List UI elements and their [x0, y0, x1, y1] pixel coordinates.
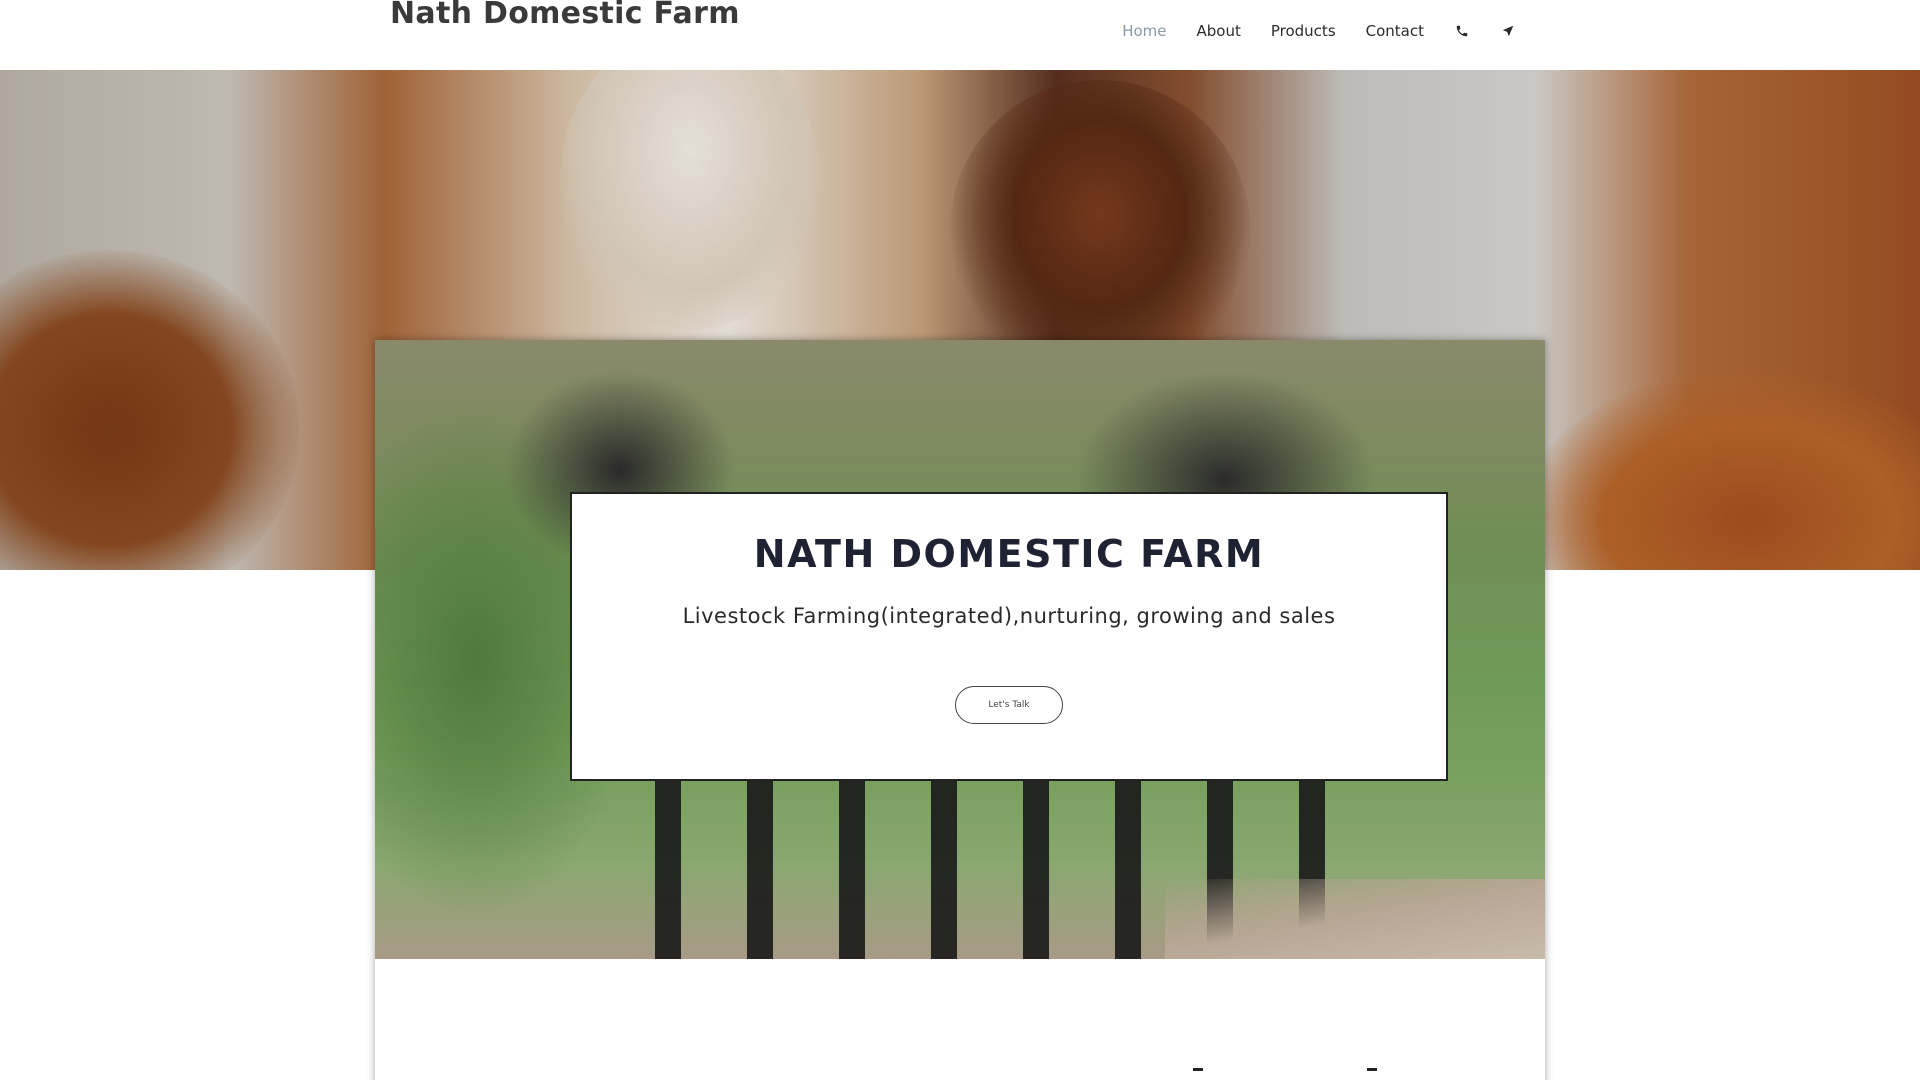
- nav-home-link[interactable]: Home: [1122, 22, 1166, 40]
- nav-products-link[interactable]: Products: [1271, 22, 1336, 40]
- phone-icon[interactable]: [1454, 23, 1470, 39]
- nav-contact-link[interactable]: Contact: [1366, 22, 1424, 40]
- location-arrow-icon[interactable]: [1500, 23, 1516, 39]
- hero-card: NATH DOMESTIC FARM Livestock Farming(int…: [375, 340, 1545, 1080]
- site-header: Nath Domestic Farm Home About Products C…: [0, 0, 1920, 70]
- nav-about-link[interactable]: About: [1197, 22, 1241, 40]
- next-section-heading-peek: [815, 1068, 1377, 1080]
- lets-talk-button[interactable]: Let's Talk: [955, 686, 1063, 724]
- site-title[interactable]: Nath Domestic Farm: [390, 0, 740, 31]
- hero-subheading: Livestock Farming(integrated),nurturing,…: [682, 604, 1336, 628]
- goats-photo: NATH DOMESTIC FARM Livestock Farming(int…: [375, 340, 1545, 959]
- hero-heading: NATH DOMESTIC FARM: [753, 532, 1265, 576]
- main-nav: Home About Products Contact: [1122, 22, 1516, 40]
- hero-text-box: NATH DOMESTIC FARM Livestock Farming(int…: [570, 492, 1448, 781]
